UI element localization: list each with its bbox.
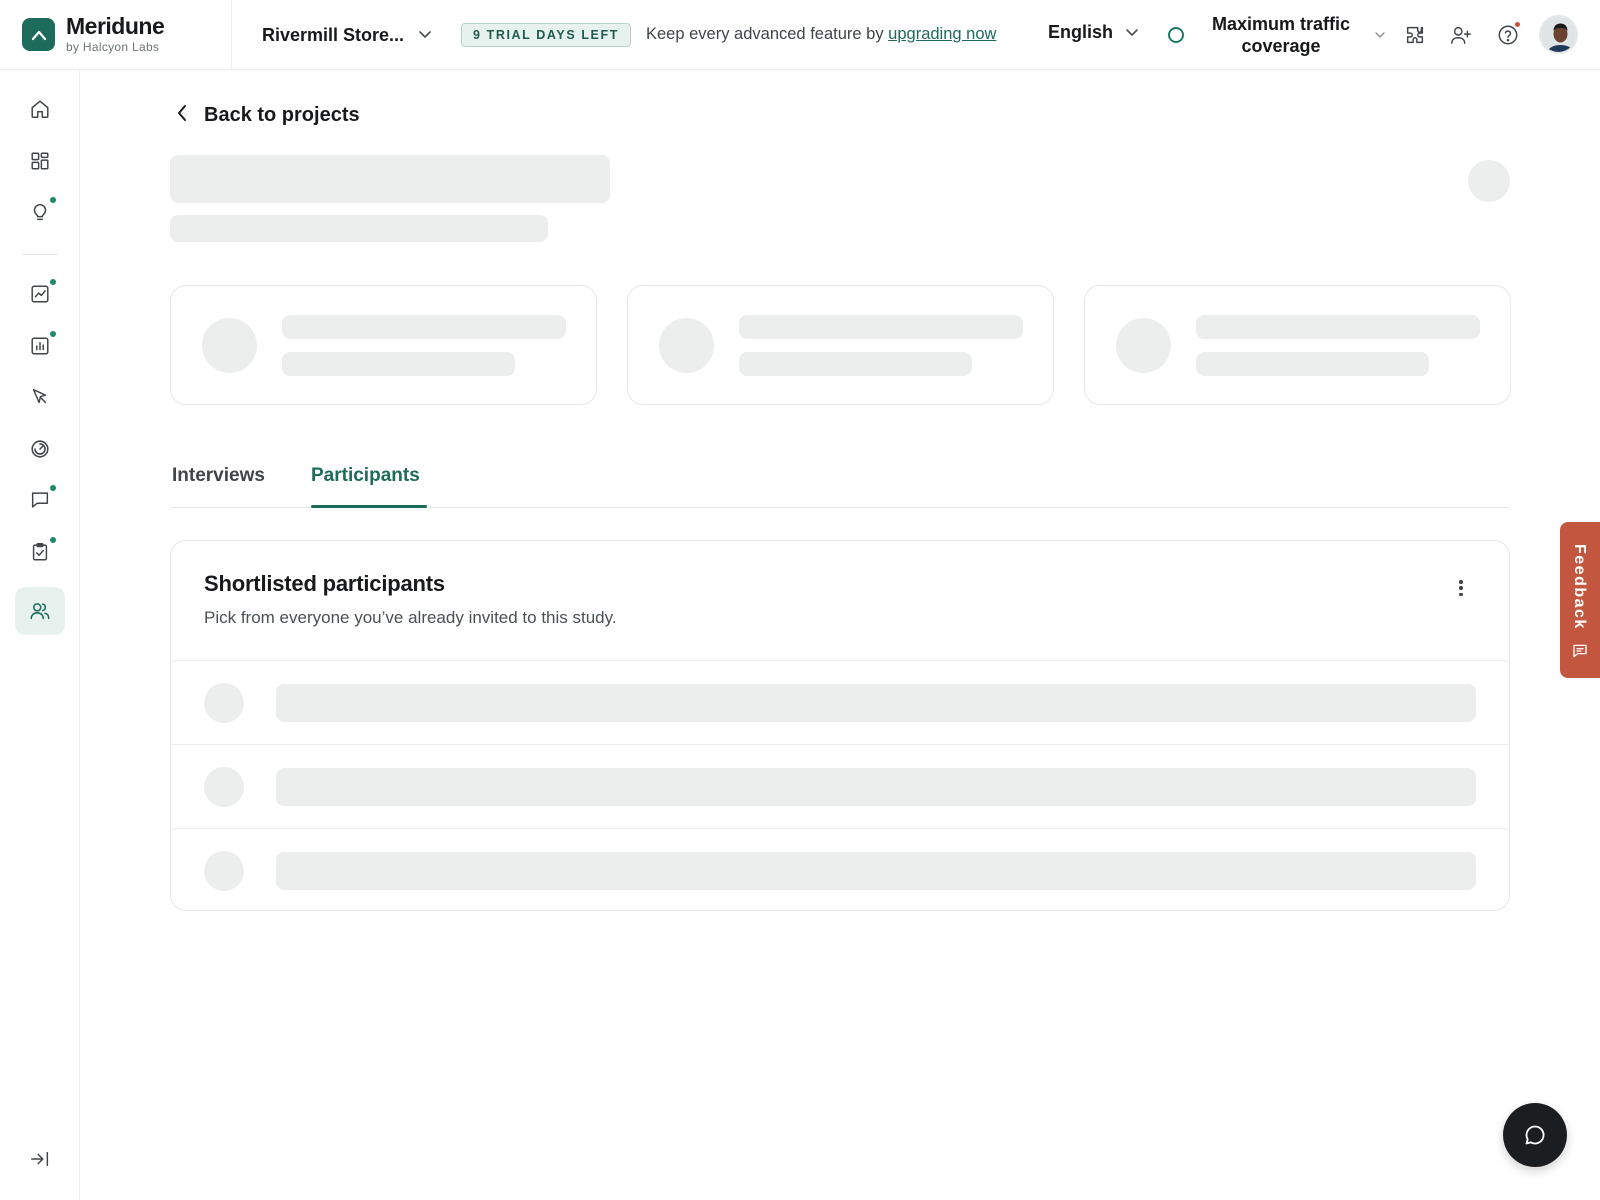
sidebar-item-dashboards[interactable]: [15, 137, 65, 185]
home-icon: [31, 100, 49, 118]
expand-sidebar-button[interactable]: [15, 1135, 65, 1183]
feedback-tab[interactable]: Feedback: [1560, 522, 1600, 678]
clipboard-icon: [32, 543, 48, 561]
logo-icon: [22, 18, 55, 51]
avatar[interactable]: [1539, 15, 1578, 54]
sidebar-item-recordings[interactable]: [15, 425, 65, 473]
subtitle-skeleton: [170, 215, 548, 242]
stat-line-skeleton: [282, 315, 566, 339]
feedback-label: Feedback: [1571, 544, 1588, 630]
back-to-projects-link[interactable]: Back to projects: [176, 104, 360, 127]
lightbulb-icon: [33, 203, 47, 221]
sidebar-item-insights[interactable]: [15, 188, 65, 236]
traffic-coverage-label: Maximum traffic coverage: [1211, 14, 1351, 56]
notification-dot: [1514, 21, 1521, 28]
sidebar-item-trends[interactable]: [15, 270, 65, 318]
more-options-icon[interactable]: [1453, 577, 1469, 599]
message-icon: [1571, 642, 1589, 665]
tab-participants[interactable]: Participants: [311, 465, 420, 503]
status-ring-icon: [1168, 27, 1184, 43]
expand-sidebar-icon: [31, 1151, 49, 1167]
trial-badge: 9 TRIAL DAYS LEFT: [461, 23, 631, 47]
chat-bubble-icon: [1525, 1125, 1545, 1145]
language-label: English: [1048, 22, 1114, 42]
avatar-skeleton: [204, 767, 244, 807]
list-item: [171, 828, 1509, 910]
stat-card-skeleton: [1084, 285, 1511, 405]
stat-line-skeleton: [1196, 352, 1429, 376]
sidebar-item-feedback[interactable]: [15, 476, 65, 524]
list-item: [171, 660, 1509, 744]
shortlisted-participants-panel: Shortlisted participants Pick from every…: [170, 540, 1510, 911]
stat-line-skeleton: [282, 352, 515, 376]
integrations-icon[interactable]: [1402, 22, 1428, 48]
sidebar-item-surveys[interactable]: [15, 528, 65, 576]
stat-icon-skeleton: [1116, 318, 1171, 373]
stat-card-skeleton: [627, 285, 1054, 405]
chevron-down-icon: [418, 26, 432, 44]
notification-dot: [50, 279, 56, 285]
bar-chart-icon: [31, 337, 49, 355]
store-selector[interactable]: Rivermill Store...: [262, 22, 432, 48]
brand-name: Meridune: [66, 13, 165, 39]
panel-description: Pick from everyone you’ve already invite…: [204, 608, 617, 627]
chat-icon: [31, 492, 49, 508]
chat-button[interactable]: [1503, 1103, 1567, 1167]
notification-dot: [50, 537, 56, 543]
panel-title: Shortlisted participants: [204, 571, 445, 596]
grid-icon: [31, 152, 49, 170]
brand[interactable]: Meridune by Halcyon Labs: [0, 0, 232, 70]
users-icon: [30, 603, 50, 620]
upgrade-prefix: Keep every advanced feature by: [646, 25, 889, 43]
replay-icon: [31, 440, 49, 458]
sidebar-item-reports[interactable]: [15, 322, 65, 370]
stat-line-skeleton: [739, 352, 972, 376]
upgrade-message: Keep every advanced feature by upgrading…: [646, 25, 996, 44]
stat-line-skeleton: [1196, 315, 1480, 339]
sidebar-item-home[interactable]: [15, 85, 65, 133]
row-skeleton: [276, 684, 1476, 722]
language-selector[interactable]: English: [1048, 22, 1139, 43]
notification-dot: [50, 331, 56, 337]
sidebar-divider: [22, 254, 58, 255]
sidebar-item-clicks[interactable]: [15, 373, 65, 421]
stat-icon-skeleton: [659, 318, 714, 373]
sidebar: [0, 70, 80, 1200]
chevron-down-icon: [1125, 24, 1139, 42]
traffic-coverage-selector[interactable]: Maximum traffic coverage: [1168, 13, 1386, 57]
notification-dot: [50, 485, 56, 491]
cursor-icon: [32, 388, 47, 404]
notification-dot: [50, 197, 56, 203]
stat-card-skeleton: [170, 285, 597, 405]
title-skeleton: [170, 155, 610, 203]
avatar-skeleton: [204, 851, 244, 891]
row-skeleton: [276, 768, 1476, 806]
help-icon[interactable]: [1495, 21, 1521, 48]
line-chart-icon: [31, 285, 49, 303]
chevron-down-icon: [1374, 26, 1386, 44]
brand-subtitle: by Halcyon Labs: [66, 40, 160, 54]
top-bar: Meridune by Halcyon Labs Rivermill Store…: [0, 0, 1600, 70]
tab-interviews[interactable]: Interviews: [172, 465, 265, 503]
back-label: Back to projects: [204, 104, 360, 126]
stat-icon-skeleton: [202, 318, 257, 373]
row-skeleton: [276, 852, 1476, 890]
active-tab-indicator: [311, 505, 427, 508]
sidebar-item-participants[interactable]: [15, 587, 65, 635]
invite-user-icon[interactable]: [1448, 22, 1474, 48]
avatar-skeleton: [204, 683, 244, 723]
chevron-left-icon: [176, 104, 188, 127]
upgrade-link[interactable]: upgrading now: [888, 25, 996, 43]
list-item: [171, 744, 1509, 828]
action-skeleton: [1468, 160, 1510, 202]
stat-line-skeleton: [739, 315, 1023, 339]
store-name: Rivermill Store...: [262, 24, 405, 45]
tab-bar: Interviews Participants: [170, 455, 1510, 508]
